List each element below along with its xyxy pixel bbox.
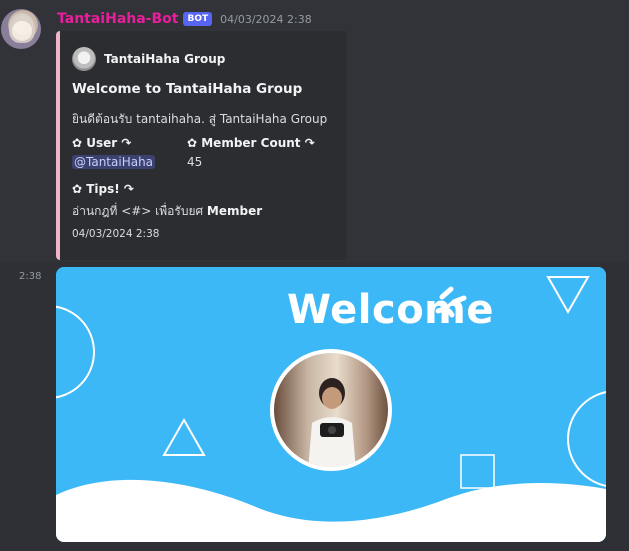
tips-text: อ่านกฎที่ <#> เพื่อรับยศ <box>72 204 207 218</box>
person-icon <box>308 378 356 467</box>
tips-role: Member <box>206 204 263 218</box>
embed-author: TantaiHaha Group <box>72 47 225 71</box>
embed-description: ยินดีต้อนรับ tantaihaha. สู่ TantaiHaha … <box>72 112 328 126</box>
field-tips-name: ✿ Tips! ↷ <box>72 182 134 196</box>
side-timestamp[interactable]: 2:38 <box>19 271 41 282</box>
embed-author-name: TantaiHaha Group <box>104 52 226 66</box>
embed-title: Welcome to TantaiHaha Group <box>72 81 303 97</box>
message-timestamp[interactable]: 04/03/2024 2:38 <box>220 13 312 26</box>
welcome-embed: TantaiHaha Group Welcome to TantaiHaha G… <box>56 31 347 260</box>
bot-avatar[interactable] <box>1 9 41 49</box>
bot-username[interactable]: TantaiHaha-Bot <box>57 11 178 27</box>
field-user-value: @TantaiHaha <box>72 155 156 169</box>
field-member-count-value: 45 <box>187 155 203 169</box>
welcome-heading: Welcome <box>286 287 494 333</box>
group-avatar-icon <box>72 47 96 71</box>
field-tips-value: อ่านกฎที่ <#> เพื่อรับยศ Member <box>72 202 262 221</box>
field-member-count-name: ✿ Member Count ↷ <box>187 136 315 150</box>
member-avatar-photo <box>270 349 392 471</box>
user-mention[interactable]: @TantaiHaha <box>72 155 156 169</box>
bot-badge: BOT <box>183 12 213 26</box>
field-user-name: ✿ User ↷ <box>72 136 132 150</box>
embed-footer-timestamp: 04/03/2024 2:38 <box>72 228 160 240</box>
message-header: TantaiHaha-Bot BOT 04/03/2024 2:38 <box>57 10 312 28</box>
welcome-image[interactable]: Welcome <box>56 267 606 542</box>
